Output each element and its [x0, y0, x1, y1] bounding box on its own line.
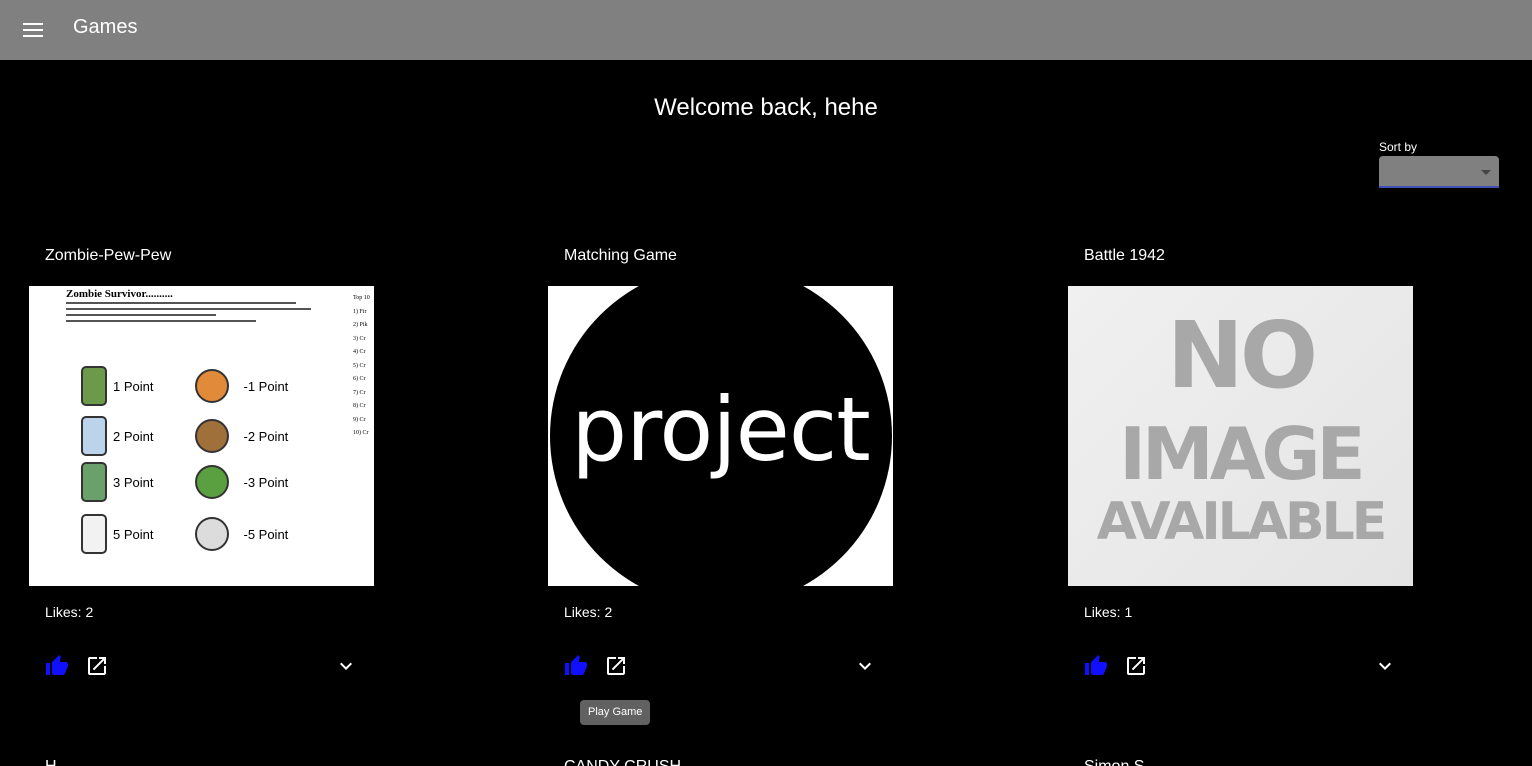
owl-icon [195, 419, 230, 453]
game-card-zombie: Zombie-Pew-Pew Zombie Survivor..........… [29, 230, 374, 700]
welcome-heading: Welcome back, hehe [654, 94, 878, 121]
snake-icon [195, 465, 230, 499]
no-image-text: AVAILABLE [1096, 492, 1388, 552]
card-title: Battle 1942 [1084, 247, 1165, 264]
chevron-down-icon [1379, 662, 1391, 670]
game-card-matching: Matching Game project Likes: 2 [548, 230, 893, 700]
game-card-battle: Battle 1942 NO IMAGE AVAILABLE Likes: 1 [1068, 230, 1413, 700]
app-title: Games [73, 16, 138, 38]
card-title: CANDY CRUSH [564, 758, 681, 766]
points-row: 2 Point -2 Point [81, 416, 321, 456]
expand-button[interactable] [853, 654, 877, 678]
open-in-new-icon [607, 657, 625, 675]
sort-label: Sort by [1379, 140, 1418, 154]
thumb-up-icon [46, 655, 68, 675]
chevron-down-icon [340, 662, 352, 670]
expand-button[interactable] [334, 654, 358, 678]
play-game-button[interactable] [604, 654, 628, 678]
thumbnail-text: project [571, 378, 870, 481]
card-title: Simon S... [1084, 758, 1158, 766]
thumb-up-icon [1085, 655, 1107, 675]
like-button[interactable] [45, 654, 69, 678]
play-game-tooltip: Play Game [580, 700, 651, 725]
menu-icon [23, 23, 43, 37]
zombie-icon [81, 366, 107, 406]
no-image-text: IMAGE [1119, 412, 1365, 496]
app-bar: Games [0, 0, 1532, 60]
points-row: 5 Point -5 Point [81, 514, 321, 554]
thumbnail-heading: Zombie Survivor.......... [66, 288, 173, 300]
likes-count: Likes: 2 [45, 604, 94, 620]
sort-select[interactable] [1379, 156, 1499, 188]
zombie-icon [81, 462, 107, 502]
menu-button[interactable] [18, 15, 48, 45]
play-game-button[interactable] [1124, 654, 1148, 678]
thumbnail-instructions [66, 302, 316, 326]
like-button[interactable] [1084, 654, 1108, 678]
expand-button[interactable] [1373, 654, 1397, 678]
likes-count: Likes: 2 [564, 604, 613, 620]
card-title: H... [45, 758, 70, 766]
open-in-new-icon [1127, 657, 1145, 675]
card-title: Zombie-Pew-Pew [45, 247, 172, 264]
sheep-icon [195, 517, 230, 551]
game-thumbnail[interactable]: project [548, 286, 893, 586]
no-image-text: NO [1166, 302, 1318, 409]
thumb-up-icon [565, 655, 587, 675]
dropdown-arrow-icon [1481, 170, 1491, 175]
zombie-icon [81, 514, 107, 554]
card-title: Matching Game [564, 247, 677, 264]
points-row: 3 Point -3 Point [81, 462, 321, 502]
like-button[interactable] [564, 654, 588, 678]
zombie-icon [81, 416, 107, 456]
cat-icon [195, 369, 230, 403]
thumbnail-top-list: Top 10 1) Fir 2) Pik 3) Cr 4) Cr 5) Cr 6… [353, 295, 370, 436]
likes-count: Likes: 1 [1084, 604, 1133, 620]
play-game-button[interactable] [85, 654, 109, 678]
points-row: 1 Point -1 Point [81, 366, 321, 406]
chevron-down-icon [859, 662, 871, 670]
open-in-new-icon [88, 657, 106, 675]
game-thumbnail[interactable]: NO IMAGE AVAILABLE [1068, 286, 1413, 586]
game-thumbnail[interactable]: Zombie Survivor.......... Top 10 1) Fir … [29, 286, 374, 586]
